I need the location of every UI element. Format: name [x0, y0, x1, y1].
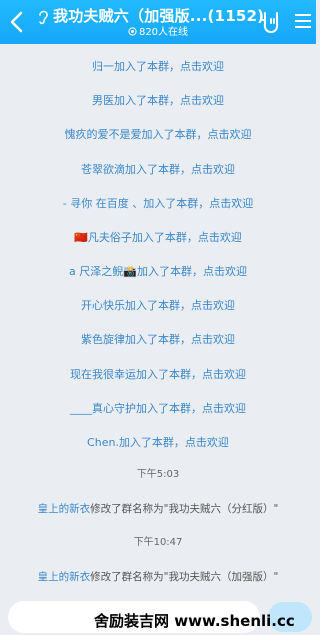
system-notice: 皇上的新衣修改了群名称为"我功夫贼六（分红版）": [0, 502, 316, 516]
member-name-link[interactable]: 苍翠欲滴: [81, 163, 125, 176]
welcome-link[interactable]: 点击欢迎: [191, 299, 235, 312]
welcome-link[interactable]: 点击欢迎: [198, 231, 242, 244]
menu-icon[interactable]: [294, 12, 312, 30]
member-name-link[interactable]: 🇨🇳凡夫俗子: [74, 231, 132, 244]
join-notice: a 尺泽之鲵📸加入了本群，点击欢迎: [0, 265, 316, 279]
notice-text: 修改了群名称为"我功夫贼六（加强版）": [90, 571, 279, 583]
welcome-link[interactable]: 点击欢迎: [180, 60, 224, 73]
join-notice: 现在我很幸运加入了本群，点击欢迎: [0, 368, 316, 382]
rock-hand-icon[interactable]: [259, 9, 283, 35]
join-notice: 归一加入了本群，点击欢迎: [0, 60, 316, 74]
online-status-icon: [128, 27, 137, 36]
join-text: 加入了本群，: [118, 436, 185, 449]
join-notice: 🇨🇳凡夫俗子加入了本群，点击欢迎: [0, 231, 316, 245]
member-name-link[interactable]: Chen.: [87, 436, 119, 449]
member-name-link[interactable]: 归一: [92, 60, 114, 73]
system-notice: 皇上的新衣修改了群名称为"我功夫贼六（加强版）": [0, 570, 316, 584]
join-text: 加入了本群，: [131, 231, 198, 244]
online-count-text: 820人在线: [138, 27, 189, 38]
chat-header: 我功夫贼六（加强版...(1152) 820人在线: [0, 0, 316, 44]
welcome-link[interactable]: 点击欢迎: [202, 402, 246, 415]
join-notice: 开心快乐加入了本群，点击欢迎: [0, 299, 316, 313]
join-notice: - 寻你 在百度 、加入了本群，点击欢迎: [0, 197, 316, 211]
welcome-link[interactable]: 点击欢迎: [208, 128, 252, 141]
join-notice: 愧疚的爱不是爱加入了本群，点击欢迎: [0, 128, 316, 142]
notice-text: 修改了群名称为"我功夫贼六（分红版）": [90, 503, 279, 515]
member-name-link[interactable]: - 寻你 在百度 、: [63, 197, 143, 210]
join-text: 加入了本群，: [125, 333, 191, 346]
group-title[interactable]: 我功夫贼六（加强版...(1152): [53, 5, 263, 26]
welcome-link[interactable]: 点击欢迎: [185, 436, 229, 449]
notice-user-link[interactable]: 皇上的新衣: [38, 571, 91, 583]
welcome-link[interactable]: 点击欢迎: [191, 163, 235, 176]
join-text: 加入了本群，: [125, 299, 191, 312]
timestamp: 下午10:47: [133, 537, 183, 548]
join-notice: 苍翠欲滴加入了本群，点击欢迎: [0, 163, 316, 177]
timestamp: 下午5:03: [136, 469, 180, 480]
welcome-link[interactable]: 点击欢迎: [191, 333, 235, 346]
member-name-link[interactable]: 愧疚的爱不是爱: [65, 128, 142, 141]
join-text: 加入了本群，: [136, 265, 203, 278]
join-text: 加入了本群，: [114, 94, 180, 107]
join-text: 加入了本群，: [114, 60, 180, 73]
ear-icon: [39, 10, 48, 25]
member-name-link[interactable]: 男医: [92, 94, 114, 107]
member-name-link[interactable]: 开心快乐: [81, 299, 125, 312]
watermark-text: 舍励装吉网 www.shenli.cc: [94, 612, 295, 630]
welcome-link[interactable]: 点击欢迎: [203, 265, 247, 278]
welcome-link[interactable]: 点击欢迎: [202, 368, 246, 381]
join-notice: Chen.加入了本群，点击欢迎: [0, 436, 316, 450]
member-name-link[interactable]: a 尺泽之鲵📸: [69, 265, 137, 278]
join-text: 加入了本群，: [141, 128, 208, 141]
member-name-link[interactable]: 紫色旋律: [81, 333, 125, 346]
notice-user-link[interactable]: 皇上的新衣: [38, 503, 91, 515]
join-notice: 男医加入了本群，点击欢迎: [0, 94, 316, 108]
join-text: 加入了本群，: [136, 402, 202, 415]
welcome-link[interactable]: 点击欢迎: [209, 197, 253, 210]
welcome-link[interactable]: 点击欢迎: [180, 94, 224, 107]
join-text: 加入了本群，: [136, 368, 202, 381]
join-notice: 紫色旋律加入了本群，点击欢迎: [0, 333, 316, 347]
join-text: 加入了本群，: [125, 163, 191, 176]
member-name-link[interactable]: ____真心守护: [70, 402, 136, 415]
join-notice: ____真心守护加入了本群，点击欢迎: [0, 402, 316, 416]
member-name-link[interactable]: 现在我很幸运: [70, 368, 136, 381]
join-text: 加入了本群，: [143, 197, 210, 210]
